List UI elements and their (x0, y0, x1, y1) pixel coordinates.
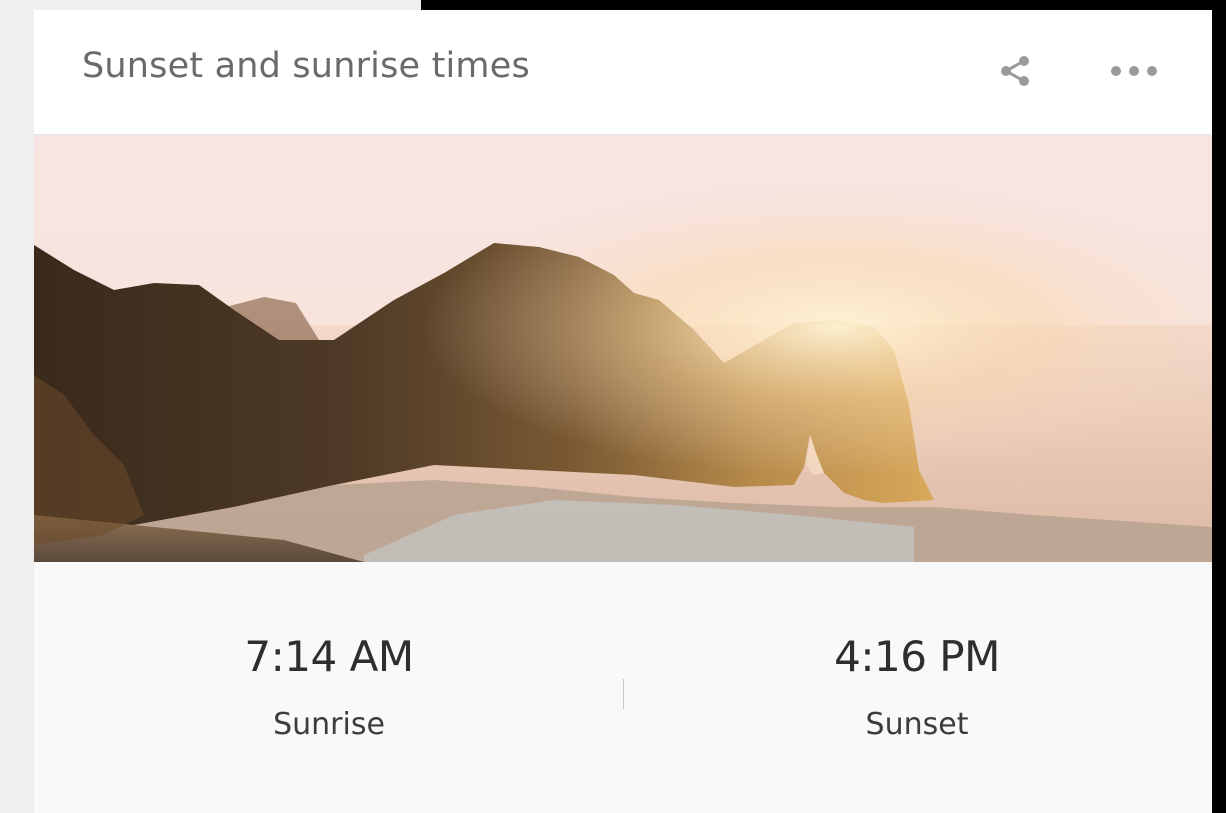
more-options-icon (1111, 66, 1157, 76)
sunrise-label: Sunrise (273, 707, 385, 742)
sunrise-block: 7:14 AM Sunrise (129, 632, 529, 742)
sunset-time: 4:16 PM (834, 632, 1000, 681)
sunset-block: 4:16 PM Sunset (717, 632, 1117, 742)
share-button[interactable] (992, 48, 1038, 94)
share-icon (1001, 56, 1029, 86)
card-title: Sunset and sunrise times (82, 46, 530, 86)
more-options-button[interactable] (1104, 48, 1164, 94)
sunrise-time: 7:14 AM (244, 632, 414, 681)
hero-image (34, 135, 1212, 562)
sun-times-card: Sunset and sunrise times 7:14 AM Sunrise… (34, 10, 1212, 813)
sunset-label: Sunset (865, 707, 969, 742)
rock-arch-illustration (34, 135, 1212, 562)
card-header: Sunset and sunrise times (34, 10, 1212, 135)
sun-times-section: 7:14 AM Sunrise 4:16 PM Sunset (34, 562, 1212, 813)
times-divider (623, 679, 624, 709)
